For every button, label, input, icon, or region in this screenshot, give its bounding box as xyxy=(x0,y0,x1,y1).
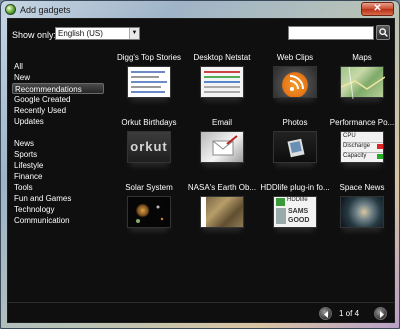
photos-icon xyxy=(273,131,317,163)
gadget-thumbnail xyxy=(340,66,386,100)
category-recently-used[interactable]: Recently Used xyxy=(12,105,104,116)
gadget-diggs-top-stories[interactable]: Digg's Top Stories xyxy=(113,53,185,113)
gadget-hddlife-plug-in[interactable]: HDDlife plug-in fo... HDDlife SAMS GOOD xyxy=(259,183,331,243)
category-fun-and-games[interactable]: Fun and Games xyxy=(12,193,104,204)
category-communication[interactable]: Communication xyxy=(12,215,104,226)
language-select[interactable]: English (US) ▼ xyxy=(55,27,140,40)
page-indicator: 1 of 4 xyxy=(339,309,360,318)
rss-icon xyxy=(273,66,317,98)
gadget-web-clips[interactable]: Web Clips xyxy=(259,53,331,113)
magnifier-icon xyxy=(379,28,388,37)
gadget-desktop-netstat[interactable]: Desktop Netstat xyxy=(186,53,258,113)
gadget-thumbnail: CPU Discharge Capacity xyxy=(340,131,384,163)
category-new[interactable]: New xyxy=(12,72,104,83)
gadget-gallery: Show only: English (US) ▼ All New Recomm… xyxy=(7,18,395,323)
gadget-name: HDDlife plug-in fo... xyxy=(260,183,330,192)
category-news[interactable]: News xyxy=(12,138,104,149)
hddlife-status: GOOD xyxy=(288,217,310,224)
gadget-performance-po[interactable]: Performance Po... CPU Discharge Capacity xyxy=(326,118,398,178)
window-title: Add gadgets xyxy=(20,4,71,15)
next-arrow-icon xyxy=(380,311,384,318)
envelope-icon xyxy=(200,131,244,163)
perf-row-label: Discharge xyxy=(343,143,371,149)
gadget-thumbnail xyxy=(200,66,244,98)
close-button[interactable]: ✕ xyxy=(361,2,394,16)
prev-page-button[interactable] xyxy=(319,307,332,320)
gadget-space-news[interactable]: Space News xyxy=(326,183,398,243)
category-divider xyxy=(12,127,104,138)
next-page-button[interactable] xyxy=(374,307,387,320)
gadgets-app-icon xyxy=(5,4,16,15)
gadget-name: Digg's Top Stories xyxy=(116,53,182,62)
pagination-bar: 1 of 4 xyxy=(8,302,394,322)
gadget-name: Maps xyxy=(352,53,372,62)
hddlife-brand: HDDlife xyxy=(287,197,308,203)
earth-image-icon xyxy=(200,196,244,228)
gadget-name: Email xyxy=(211,118,232,127)
search-button[interactable] xyxy=(376,25,390,40)
category-tools[interactable]: Tools xyxy=(12,182,104,193)
hddlife-drive: SAMS xyxy=(288,208,309,215)
gadget-name: Photos xyxy=(282,118,308,127)
category-all[interactable]: All xyxy=(12,61,104,72)
category-sports[interactable]: Sports xyxy=(12,149,104,160)
gadget-name: Solar System xyxy=(125,183,173,192)
show-only-label: Show only: xyxy=(12,30,57,40)
language-select-value: English (US) xyxy=(58,29,103,38)
category-google-created[interactable]: Google Created xyxy=(12,94,104,105)
category-finance[interactable]: Finance xyxy=(12,171,104,182)
add-gadgets-window: Add gadgets ✕ Show only: English (US) ▼ … xyxy=(0,0,400,329)
orkut-logo: orkut xyxy=(127,131,171,163)
category-recommendations[interactable]: Recommendations xyxy=(12,83,104,94)
gadget-name: Orkut Birthdays xyxy=(121,118,177,127)
gadget-name: NASA's Earth Ob... xyxy=(187,183,257,192)
gadget-solar-system[interactable]: Solar System xyxy=(113,183,185,243)
gadget-photos[interactable]: Photos xyxy=(259,118,331,178)
nebula-image-icon xyxy=(340,196,384,228)
gadget-name: Space News xyxy=(339,183,385,192)
category-technology[interactable]: Technology xyxy=(12,204,104,215)
perf-row-label: Capacity xyxy=(343,153,367,159)
perf-row-label: CPU xyxy=(343,133,356,139)
hddlife-icon: HDDlife SAMS GOOD xyxy=(273,196,317,228)
category-updates[interactable]: Updates xyxy=(12,116,104,127)
gadget-name: Web Clips xyxy=(276,53,314,62)
gadget-nasas-earth-ob[interactable]: NASA's Earth Ob... xyxy=(186,183,258,243)
chevron-down-icon[interactable]: ▼ xyxy=(129,28,139,39)
prev-arrow-icon xyxy=(324,311,328,318)
search-input[interactable] xyxy=(288,26,374,40)
gadget-orkut-birthdays[interactable]: Orkut Birthdays orkut xyxy=(113,118,185,178)
category-lifestyle[interactable]: Lifestyle xyxy=(12,160,104,171)
solar-system-icon xyxy=(127,196,171,228)
category-list: All New Recommendations Google Created R… xyxy=(12,61,104,226)
title-bar: Add gadgets ✕ xyxy=(1,1,399,18)
gadget-email[interactable]: Email xyxy=(186,118,258,178)
gadget-name: Desktop Netstat xyxy=(193,53,251,62)
gadget-maps[interactable]: Maps xyxy=(326,53,398,113)
gadget-thumbnail xyxy=(127,66,171,98)
gadget-name: Performance Po... xyxy=(329,118,395,127)
